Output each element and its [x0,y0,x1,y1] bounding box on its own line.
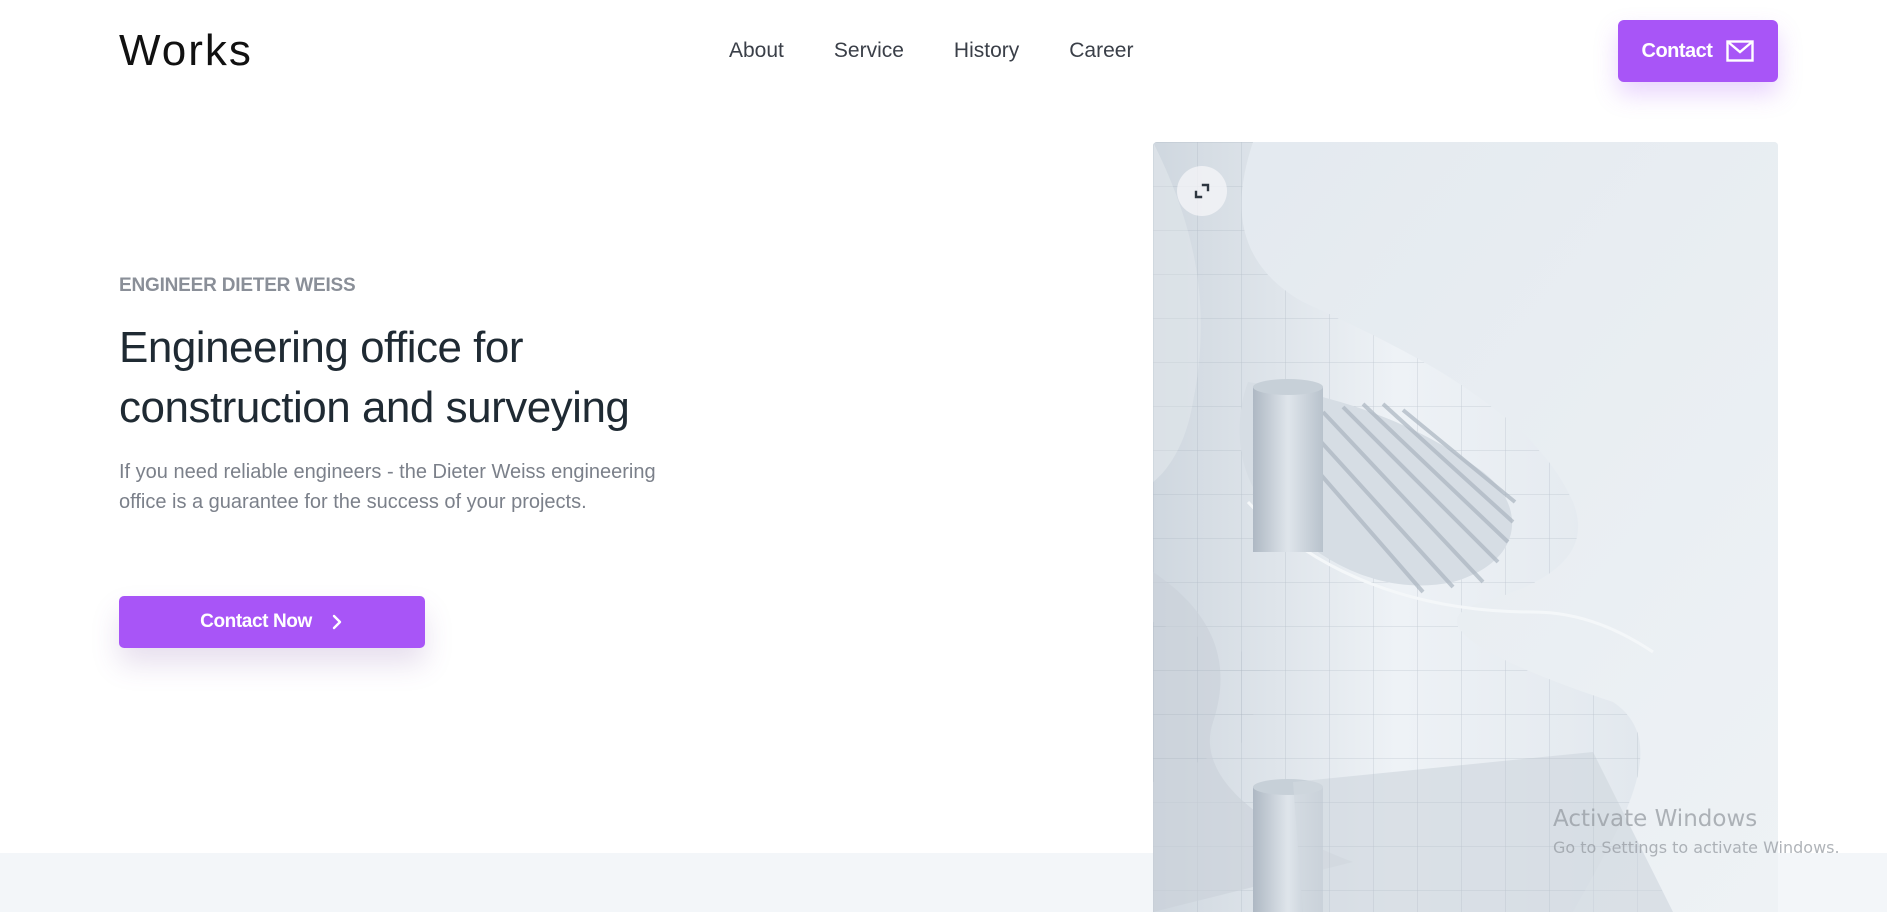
nav-item-history[interactable]: History [954,39,1019,63]
hero-intro: If you need reliable engineers - the Die… [119,461,656,513]
page: Works About Service History Career Conta… [0,0,1887,912]
hero-eyebrow: ENGINEER DIETER WEISS [119,275,356,296]
expand-image-button[interactable] [1177,166,1227,216]
hero-image [1153,142,1778,912]
nav-item-career[interactable]: Career [1069,39,1133,63]
mail-icon [1726,40,1755,62]
contact-now-label: Contact Now [200,611,312,632]
hero-headline: Engineering office for construction and … [119,323,630,432]
chevron-right-icon [332,614,342,630]
watermark-title: Activate Windows [1553,806,1758,832]
nav-item-service[interactable]: Service [834,39,904,63]
contact-button[interactable]: Contact [1618,20,1778,82]
expand-icon [1194,183,1210,199]
contact-button-label: Contact [1641,39,1713,62]
contact-now-button[interactable]: Contact Now [119,596,425,648]
site-logo[interactable]: Works [119,26,253,76]
watermark-subtitle: Go to Settings to activate Windows. [1553,838,1840,857]
nav-item-about[interactable]: About [729,39,784,63]
windows-activation-watermark: Activate Windows Go to Settings to activ… [1553,806,1840,857]
main-nav: About Service History Career [729,39,1133,63]
building-illustration [1153,142,1778,912]
